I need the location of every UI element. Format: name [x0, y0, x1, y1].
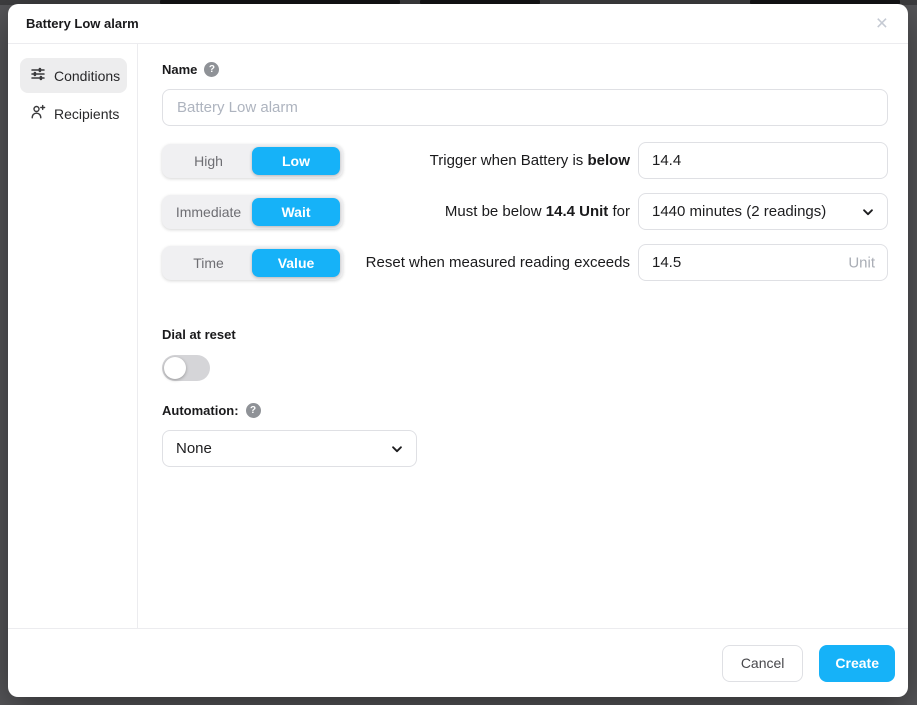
- time-value-toggle: Time Value: [162, 246, 343, 280]
- reset-description: Reset when measured reading exceeds: [343, 254, 638, 271]
- dial-at-reset-toggle[interactable]: [162, 355, 210, 381]
- toggle-option-time[interactable]: Time: [165, 249, 252, 277]
- high-low-toggle: High Low: [162, 144, 343, 178]
- chevron-down-icon: [390, 442, 404, 456]
- wait-row: Immediate Wait Must be below 14.4 Unit f…: [162, 193, 888, 230]
- dialog-sidebar: Conditions Recipients: [8, 44, 138, 628]
- conditions-panel: Name ? High Low Trigger when Battery is …: [138, 44, 908, 628]
- alarm-dialog: Battery Low alarm × Conditions: [8, 4, 908, 697]
- reset-value-input[interactable]: [638, 244, 888, 281]
- sidebar-item-label: Recipients: [54, 106, 119, 122]
- help-icon[interactable]: ?: [246, 403, 261, 418]
- sidebar-item-recipients[interactable]: Recipients: [20, 96, 127, 131]
- dialog-footer: Cancel Create: [8, 628, 908, 697]
- toggle-option-immediate[interactable]: Immediate: [165, 198, 252, 226]
- automation-select[interactable]: None: [162, 430, 417, 467]
- toggle-option-low[interactable]: Low: [252, 147, 340, 175]
- close-icon[interactable]: ×: [872, 11, 892, 36]
- trigger-description: Trigger when Battery is below: [343, 152, 638, 169]
- toggle-knob: [164, 357, 186, 379]
- immediate-wait-toggle: Immediate Wait: [162, 195, 343, 229]
- adjustments-icon: [30, 66, 46, 85]
- name-label: Name: [162, 62, 197, 77]
- name-label-row: Name ?: [162, 62, 888, 77]
- duration-select-value: 1440 minutes (2 readings): [652, 203, 826, 220]
- toggle-option-high[interactable]: High: [165, 147, 252, 175]
- dialog-header: Battery Low alarm ×: [8, 4, 908, 44]
- reset-row: Time Value Reset when measured reading e…: [162, 244, 888, 281]
- wait-description: Must be below 14.4 Unit for: [343, 203, 638, 220]
- trigger-row: High Low Trigger when Battery is below: [162, 142, 888, 179]
- dial-at-reset-label: Dial at reset: [162, 327, 888, 342]
- trigger-value-input[interactable]: [638, 142, 888, 179]
- automation-select-value: None: [176, 440, 212, 457]
- person-add-icon: [30, 104, 46, 123]
- duration-select[interactable]: 1440 minutes (2 readings): [638, 193, 888, 230]
- help-icon[interactable]: ?: [204, 62, 219, 77]
- automation-label: Automation:: [162, 403, 239, 418]
- chevron-down-icon: [861, 205, 875, 219]
- sidebar-item-conditions[interactable]: Conditions: [20, 58, 127, 93]
- automation-label-row: Automation: ?: [162, 403, 888, 418]
- cancel-button[interactable]: Cancel: [722, 645, 804, 682]
- alarm-name-input[interactable]: [162, 89, 888, 126]
- toggle-option-value[interactable]: Value: [252, 249, 340, 277]
- dialog-title: Battery Low alarm: [26, 16, 139, 31]
- create-button[interactable]: Create: [819, 645, 895, 682]
- toggle-option-wait[interactable]: Wait: [252, 198, 340, 226]
- sidebar-item-label: Conditions: [54, 68, 120, 84]
